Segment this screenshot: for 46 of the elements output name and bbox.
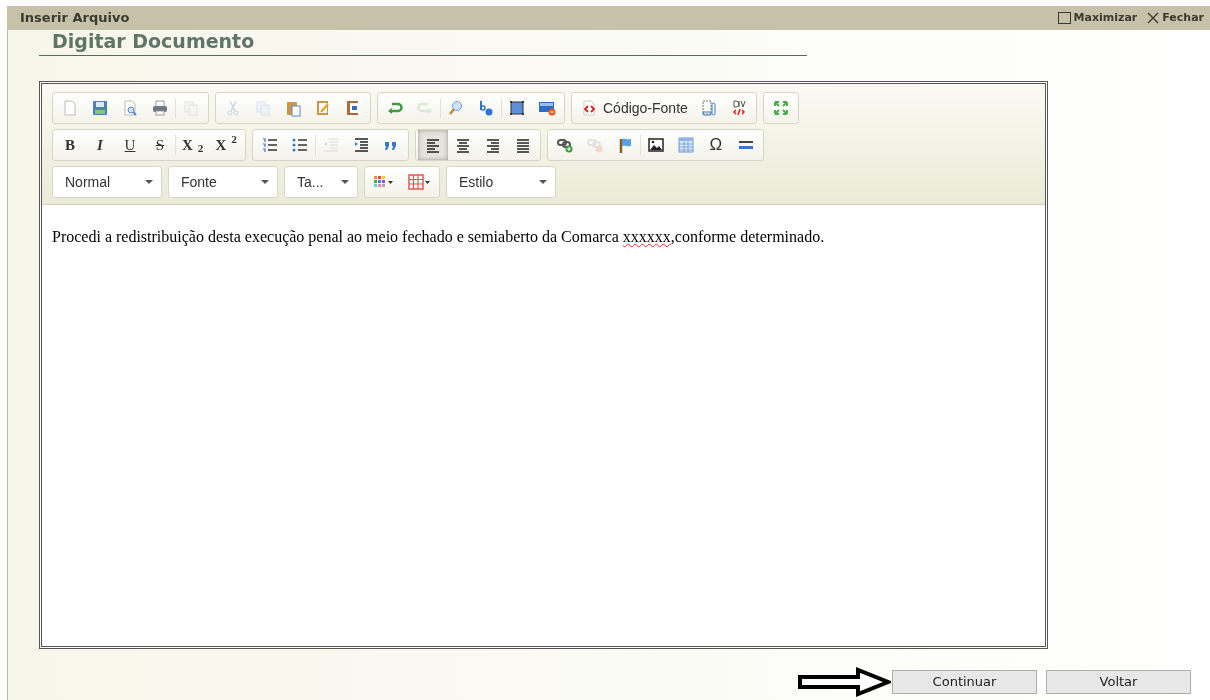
numbered-list-icon (260, 136, 279, 154)
source-button[interactable]: Código-Fonte (574, 93, 694, 123)
style-dropdown[interactable]: Estilo (446, 166, 556, 198)
format-button[interactable]: U (115, 130, 145, 160)
toolbar-button[interactable] (417, 130, 448, 160)
format-button[interactable]: I (85, 130, 115, 160)
document-text: Procedi a redistribuição desta execução penal ao meio fechado e semiaberto da Comarca xxxxxx,conforme determinado. (52, 227, 826, 248)
square-icon (1057, 12, 1071, 24)
blocks-outline-icon (699, 99, 718, 117)
format-button[interactable]: X$_{2}$ (176, 130, 210, 160)
chain-plus-icon (555, 136, 574, 154)
page-magnifier-icon (121, 99, 139, 117)
format-button[interactable]: X$^{2}$ (209, 130, 243, 160)
close-button[interactable]: Fechar (1147, 9, 1204, 27)
magnifier-icon (447, 99, 465, 117)
copy-icon (254, 99, 272, 117)
image-icon (646, 136, 665, 154)
caret-icon (145, 180, 153, 184)
selection-square-icon (508, 99, 526, 117)
style-dropdown[interactable]: Ta... (284, 166, 358, 198)
printer-icon (151, 99, 169, 117)
clipboard-pencil-icon (314, 99, 332, 117)
grid-icon (408, 173, 431, 191)
continue-button[interactable]: Continuar (892, 670, 1037, 694)
window-title: Inserir Arquivo (20, 9, 130, 28)
chain-minus-icon (585, 136, 604, 154)
style-dropdown[interactable]: Normal (52, 166, 162, 198)
bulleted-list-icon (290, 136, 309, 154)
blank-page-icon (61, 99, 79, 117)
table-icon (676, 136, 695, 154)
back-button[interactable]: Voltar (1046, 670, 1191, 694)
style-dropdown[interactable]: Fonte (168, 166, 278, 198)
expand-arrows-icon (771, 99, 790, 117)
caret-icon (261, 180, 269, 184)
scissors-icon (224, 99, 242, 117)
stacked-pages-icon (182, 99, 200, 117)
maximize-button[interactable]: Maximizar (1057, 9, 1138, 27)
caret-icon (341, 180, 349, 184)
clipboard-icon (284, 99, 302, 117)
page-heading: Digitar Documento (52, 30, 256, 52)
format-button[interactable]: Ω (700, 130, 731, 160)
close-icon (1147, 12, 1160, 24)
caret-icon (539, 180, 547, 184)
code-page-icon (580, 99, 598, 117)
format-button[interactable]: B (55, 130, 85, 160)
format-button[interactable]: S (145, 130, 175, 160)
